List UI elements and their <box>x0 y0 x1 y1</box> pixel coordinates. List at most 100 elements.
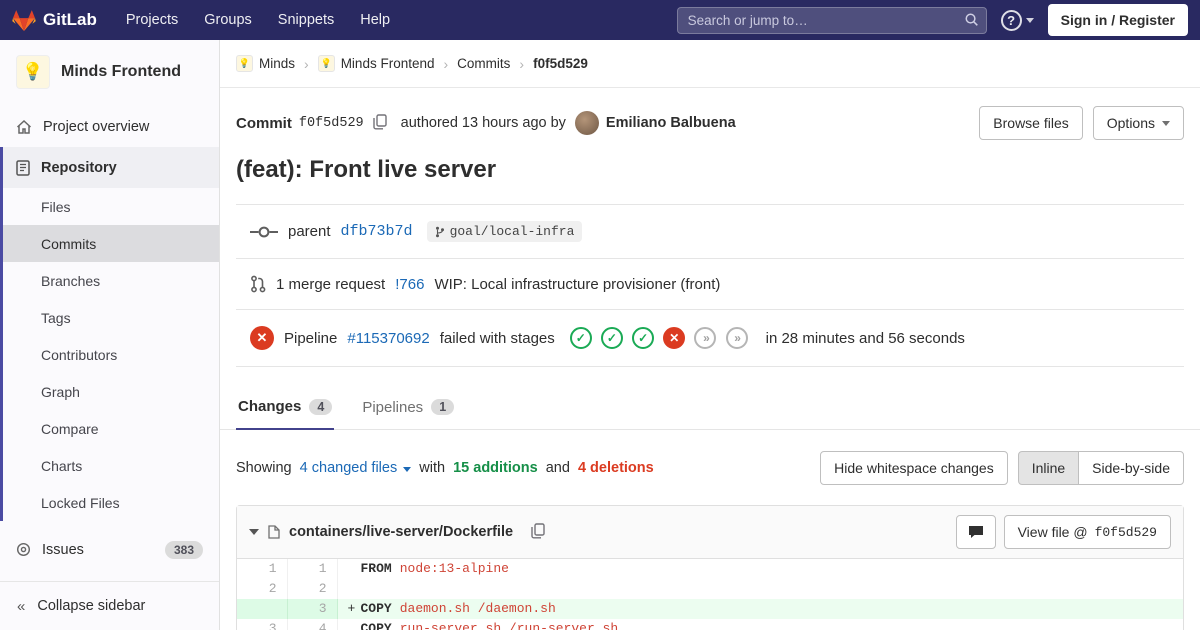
breadcrumb-commits[interactable]: Commits <box>457 56 510 71</box>
comment-icon <box>968 526 983 538</box>
sidebar-item-locked-files[interactable]: Locked Files <box>0 484 219 521</box>
showing-label: Showing <box>236 460 292 476</box>
diff-line-added: 3 + COPY daemon.sh /daemon.sh <box>237 599 1183 619</box>
old-line-number[interactable]: 2 <box>237 579 288 599</box>
global-search <box>676 6 987 34</box>
file-icon <box>268 525 280 539</box>
parent-sha-link[interactable]: dfb73b7d <box>341 223 413 240</box>
stage-skipped-icon[interactable]: » <box>725 327 748 349</box>
help-menu[interactable]: ? <box>1000 9 1034 31</box>
merge-request-icon <box>251 275 266 293</box>
new-line-number[interactable]: 2 <box>287 579 338 599</box>
pipeline-id-link[interactable]: #115370692 <box>347 330 429 347</box>
branch-badge[interactable]: goal/local-infra <box>426 221 583 242</box>
sidebar-item-project-overview[interactable]: Project overview <box>0 106 219 147</box>
comment-button[interactable] <box>955 515 996 549</box>
sidebar-item-compare[interactable]: Compare <box>0 410 219 447</box>
new-line-number[interactable]: 4 <box>287 619 338 630</box>
breadcrumb-separator: › <box>304 55 309 72</box>
project-avatar: 💡 <box>16 55 50 89</box>
stage-success-icon[interactable]: ✓ <box>632 327 655 349</box>
sidebar-item-files[interactable]: Files <box>0 188 219 225</box>
changes-count-badge: 4 <box>309 398 333 415</box>
old-line-number[interactable] <box>237 599 288 619</box>
sidebar-item-branches[interactable]: Branches <box>0 262 219 299</box>
sidebar-item-commits[interactable]: Commits <box>0 225 219 262</box>
collapse-sidebar-button[interactable]: « Collapse sidebar <box>0 581 219 630</box>
tab-changes[interactable]: Changes 4 <box>236 385 335 430</box>
collapse-diff-icon[interactable] <box>249 529 259 535</box>
main-content: 💡 Minds › 💡 Minds Frontend › Commits › f… <box>220 40 1200 630</box>
repository-subnav: Files Commits Branches Tags Contributors… <box>0 188 219 521</box>
author-name[interactable]: Emiliano Balbuena <box>606 115 736 131</box>
stage-success-icon[interactable]: ✓ <box>600 327 623 349</box>
commit-label: Commit <box>236 114 292 132</box>
sidebar-item-repository[interactable]: Repository <box>0 147 219 188</box>
stage-success-icon[interactable]: ✓ <box>569 327 592 349</box>
group-avatar: 💡 <box>236 55 253 72</box>
new-line-number[interactable]: 3 <box>287 599 338 619</box>
breadcrumb-minds[interactable]: 💡 Minds <box>236 55 295 72</box>
view-file-button[interactable]: View file @ f0f5d529 <box>1003 515 1171 549</box>
search-input[interactable] <box>676 6 987 34</box>
sidebar-item-contributors[interactable]: Contributors <box>0 336 219 373</box>
breadcrumb-minds-frontend[interactable]: 💡 Minds Frontend <box>317 55 434 72</box>
merge-request-title: WIP: Local infrastructure provisioner (f… <box>434 275 721 293</box>
tab-pipelines[interactable]: Pipelines 1 <box>360 385 456 429</box>
commit-info-box: parent dfb73b7d goal/local-infra 1 merge… <box>236 204 1184 367</box>
diff-line: 2 2 <box>237 579 1183 599</box>
diff-file-header: containers/live-server/Dockerfile View f… <box>237 506 1183 559</box>
diff-view-toggle: Inline Side-by-side <box>1017 451 1184 485</box>
nav-link-groups[interactable]: Groups <box>193 4 263 36</box>
hide-whitespace-button[interactable]: Hide whitespace changes <box>820 451 1008 485</box>
old-line-number[interactable]: 1 <box>237 559 288 579</box>
author-avatar[interactable] <box>574 111 599 135</box>
chevron-down-icon <box>403 467 412 472</box>
diff-line: 1 1 FROM node:13-alpine <box>237 559 1183 579</box>
new-line-number[interactable]: 1 <box>287 559 338 579</box>
deletions-count: 4 deletions <box>577 460 654 476</box>
merge-request-row: 1 merge request !766 WIP: Local infrastr… <box>236 259 1184 310</box>
diff-line: 3 4 COPY run-server.sh /run-server.sh <box>237 619 1183 630</box>
sidebar-item-label: Issues <box>42 541 84 558</box>
merge-request-count-text: 1 merge request <box>276 275 386 293</box>
nav-link-projects[interactable]: Projects <box>115 4 189 36</box>
repository-icon <box>16 159 30 176</box>
sidebar-item-graph[interactable]: Graph <box>0 373 219 410</box>
stage-failed-icon[interactable]: ✕ <box>663 327 686 349</box>
sidebar-item-tags[interactable]: Tags <box>0 299 219 336</box>
nav-link-snippets[interactable]: Snippets <box>267 4 345 36</box>
sidebar-item-issues[interactable]: Issues 383 <box>0 529 219 570</box>
additions-count: 15 additions <box>453 460 538 476</box>
side-by-side-view-button[interactable]: Side-by-side <box>1078 451 1184 485</box>
project-sidebar: 💡 Minds Frontend Project overview Reposi… <box>0 40 220 630</box>
nav-link-help[interactable]: Help <box>349 4 401 36</box>
options-dropdown-button[interactable]: Options <box>1092 106 1184 140</box>
pipeline-duration: in 28 minutes and 56 seconds <box>765 329 965 347</box>
copy-icon <box>531 522 545 538</box>
copy-sha-button[interactable] <box>371 112 389 135</box>
search-icon[interactable] <box>964 12 979 32</box>
diff-file-card: containers/live-server/Dockerfile View f… <box>236 505 1184 630</box>
sidebar-item-label: Repository <box>41 159 117 176</box>
chevron-down-icon <box>1025 17 1034 23</box>
project-header[interactable]: 💡 Minds Frontend <box>0 40 219 106</box>
diff-table: 1 1 FROM node:13-alpine 2 2 3 + COPY daemon… <box>237 559 1183 630</box>
stage-skipped-icon[interactable]: » <box>694 327 717 349</box>
changed-files-dropdown[interactable]: 4 changed files <box>300 460 412 476</box>
copy-file-path-button[interactable] <box>529 521 547 544</box>
browse-files-button[interactable]: Browse files <box>979 106 1083 140</box>
file-path[interactable]: containers/live-server/Dockerfile <box>289 524 513 540</box>
issues-icon <box>16 542 31 557</box>
inline-view-button[interactable]: Inline <box>1017 451 1080 485</box>
chevron-down-icon <box>1162 120 1170 126</box>
collapse-label: Collapse sidebar <box>37 598 146 614</box>
old-line-number[interactable]: 3 <box>237 619 288 630</box>
help-icon: ? <box>1000 9 1022 31</box>
sign-in-button[interactable]: Sign in / Register <box>1047 4 1188 36</box>
pipeline-failed-status-icon[interactable]: ✕ <box>250 326 274 350</box>
gitlab-logo[interactable]: GitLab <box>12 9 97 32</box>
breadcrumb: 💡 Minds › 💡 Minds Frontend › Commits › f… <box>220 40 1200 88</box>
merge-request-link[interactable]: !766 <box>395 276 424 293</box>
sidebar-item-charts[interactable]: Charts <box>0 447 219 484</box>
